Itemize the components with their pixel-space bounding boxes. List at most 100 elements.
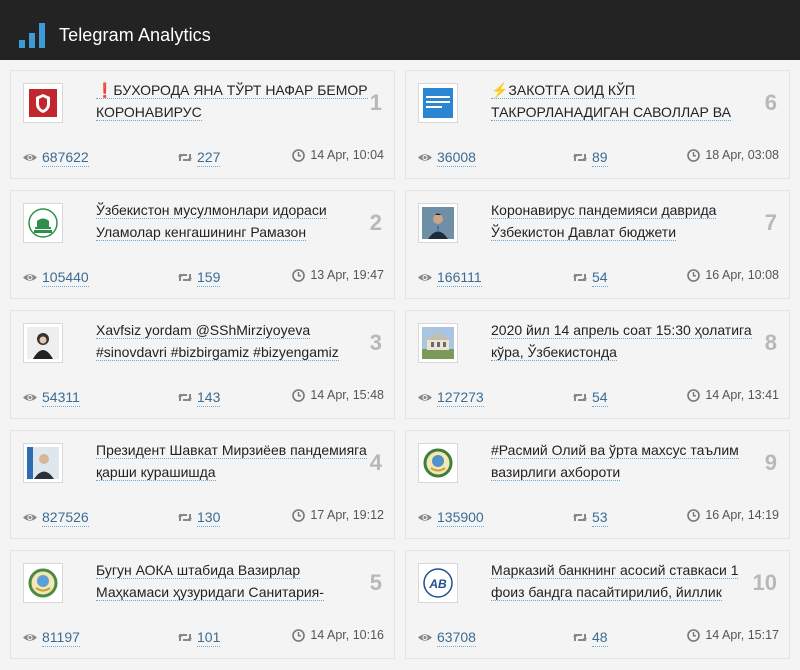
- post-card-3[interactable]: Xavfsiz yordam @SShMirziyoyeva #sinovdav…: [10, 310, 395, 419]
- post-card-4[interactable]: Президент Шавкат Мирзиёев пандемияга қар…: [10, 430, 395, 539]
- post-rank: 3: [369, 330, 382, 355]
- reposts-count[interactable]: 101: [177, 628, 221, 647]
- reposts-count[interactable]: 89: [572, 148, 608, 167]
- clock-icon: [687, 628, 701, 642]
- post-rank: 8: [764, 330, 777, 355]
- post-card-9[interactable]: #Расмий Олий ва ўрта махсус таълим вазир…: [405, 430, 790, 539]
- reposts-count[interactable]: 130: [177, 508, 221, 527]
- svg-text:AB: AB: [428, 577, 447, 591]
- app-header: Telegram Analytics: [0, 0, 800, 60]
- reposts-count[interactable]: 159: [177, 268, 221, 287]
- reposts-count[interactable]: 54: [572, 388, 608, 407]
- post-meta: 105440 159 13 Apr, 19:47: [22, 268, 384, 288]
- reposts-count[interactable]: 54: [572, 268, 608, 287]
- blue-banner-icon[interactable]: [418, 83, 458, 123]
- views-count[interactable]: 81197: [22, 628, 80, 647]
- post-timestamp: 16 Apr, 10:08: [687, 268, 779, 282]
- clock-icon: [292, 628, 306, 642]
- post-rank: 1: [369, 90, 382, 115]
- retweet-icon: [178, 514, 192, 521]
- eye-icon: [418, 274, 432, 281]
- clock-icon: [292, 268, 306, 282]
- reposts-count[interactable]: 48: [572, 628, 608, 647]
- post-text[interactable]: Бугун АОКА штабида Вазирлар Маҳкамаси ҳу…: [96, 559, 368, 605]
- post-card-8[interactable]: 2020 йил 14 апрель соат 15:30 ҳолатига к…: [405, 310, 790, 419]
- man-portrait-icon[interactable]: [418, 203, 458, 243]
- post-timestamp: 16 Apr, 14:19: [687, 508, 779, 522]
- post-card-1[interactable]: ❗️БУХОРОДА ЯНА ТЎРТ НАФАР БЕМОР КОРОНАВИ…: [10, 70, 395, 179]
- clock-icon: [292, 148, 306, 162]
- post-timestamp: 17 Apr, 19:12: [292, 508, 384, 522]
- clock-icon: [292, 388, 306, 402]
- post-text[interactable]: Марказий банкнинг асосий ставкаси 1 фоиз…: [491, 559, 763, 605]
- post-meta: 127273 54 14 Apr, 13:41: [417, 388, 779, 408]
- reposts-count[interactable]: 227: [177, 148, 221, 167]
- post-text[interactable]: Президент Шавкат Мирзиёев пандемияга қар…: [96, 439, 368, 485]
- eye-icon: [418, 394, 432, 401]
- post-rank: 5: [369, 570, 382, 595]
- muslim-board-logo-icon[interactable]: [23, 203, 63, 243]
- post-card-10[interactable]: AB Марказий банкнинг асосий ставкаси 1 ф…: [405, 550, 790, 659]
- state-emblem-icon[interactable]: [418, 443, 458, 483]
- app-title: Telegram Analytics: [59, 25, 211, 45]
- state-emblem-icon[interactable]: [23, 563, 63, 603]
- views-count[interactable]: 63708: [417, 628, 476, 647]
- post-card-5[interactable]: Бугун АОКА штабида Вазирлар Маҳкамаси ҳу…: [10, 550, 395, 659]
- post-text[interactable]: Коронавирус пандемияси даврида Ўзбекисто…: [491, 199, 763, 245]
- post-timestamp: 14 Apr, 10:16: [292, 628, 384, 642]
- reposts-count[interactable]: 53: [572, 508, 608, 527]
- post-meta: 135900 53 16 Apr, 14:19: [417, 508, 779, 528]
- retweet-icon: [573, 154, 587, 161]
- post-meta: 63708 48 14 Apr, 15:17: [417, 628, 779, 648]
- post-text[interactable]: #Расмий Олий ва ўрта махсус таълим вазир…: [491, 439, 763, 485]
- post-text[interactable]: ❗️БУХОРОДА ЯНА ТЎРТ НАФАР БЕМОР КОРОНАВИ…: [96, 79, 368, 125]
- post-rank: 9: [764, 450, 777, 475]
- reposts-count[interactable]: 143: [177, 388, 221, 407]
- retweet-icon: [178, 634, 192, 641]
- post-rank: 4: [369, 450, 382, 475]
- eye-icon: [23, 634, 37, 641]
- retweet-icon: [573, 634, 587, 641]
- post-rank: 2: [369, 210, 382, 235]
- post-card-2[interactable]: Ўзбекистон мусулмонлари идораси Уламолар…: [10, 190, 395, 299]
- post-timestamp: 14 Apr, 15:48: [292, 388, 384, 402]
- post-card-6[interactable]: ⚡️ЗАКОТГА ОИД КЎП ТАКРОРЛАНАДИГАН САВОЛЛ…: [405, 70, 790, 179]
- eye-icon: [23, 154, 37, 161]
- post-meta: 827526 130 17 Apr, 19:12: [22, 508, 384, 528]
- bank-logo-icon[interactable]: AB: [418, 563, 458, 603]
- views-count[interactable]: 105440: [22, 268, 89, 287]
- red-emblem-icon[interactable]: [23, 83, 63, 123]
- views-count[interactable]: 127273: [417, 388, 484, 407]
- post-meta: 166111 54 16 Apr, 10:08: [417, 268, 779, 288]
- building-photo-icon[interactable]: [418, 323, 458, 363]
- retweet-icon: [178, 394, 192, 401]
- woman-portrait-icon[interactable]: [23, 323, 63, 363]
- clock-icon: [687, 508, 701, 522]
- views-count[interactable]: 135900: [417, 508, 484, 527]
- post-text[interactable]: ⚡️ЗАКОТГА ОИД КЎП ТАКРОРЛАНАДИГАН САВОЛЛ…: [491, 79, 763, 125]
- post-card-7[interactable]: Коронавирус пандемияси даврида Ўзбекисто…: [405, 190, 790, 299]
- post-timestamp: 18 Apr, 03:08: [687, 148, 779, 162]
- post-rank: 6: [764, 90, 777, 115]
- views-count[interactable]: 687622: [22, 148, 89, 167]
- views-count[interactable]: 54311: [22, 388, 80, 407]
- post-timestamp: 14 Apr, 10:04: [292, 148, 384, 162]
- post-meta: 687622 227 14 Apr, 10:04: [22, 148, 384, 168]
- post-meta: 36008 89 18 Apr, 03:08: [417, 148, 779, 168]
- clock-icon: [687, 268, 701, 282]
- post-text[interactable]: Xavfsiz yordam @SShMirziyoyeva #sinovdav…: [96, 319, 368, 365]
- retweet-icon: [573, 394, 587, 401]
- eye-icon: [418, 514, 432, 521]
- views-count[interactable]: 827526: [22, 508, 89, 527]
- eye-icon: [418, 154, 432, 161]
- post-timestamp: 14 Apr, 13:41: [687, 388, 779, 402]
- post-rank: 7: [764, 210, 777, 235]
- retweet-icon: [573, 514, 587, 521]
- views-count[interactable]: 36008: [417, 148, 476, 167]
- post-timestamp: 14 Apr, 15:17: [687, 628, 779, 642]
- president-portrait-icon[interactable]: [23, 443, 63, 483]
- eye-icon: [418, 634, 432, 641]
- post-text[interactable]: 2020 йил 14 апрель соат 15:30 ҳолатига к…: [491, 319, 763, 365]
- post-text[interactable]: Ўзбекистон мусулмонлари идораси Уламолар…: [96, 199, 368, 245]
- views-count[interactable]: 166111: [417, 268, 482, 287]
